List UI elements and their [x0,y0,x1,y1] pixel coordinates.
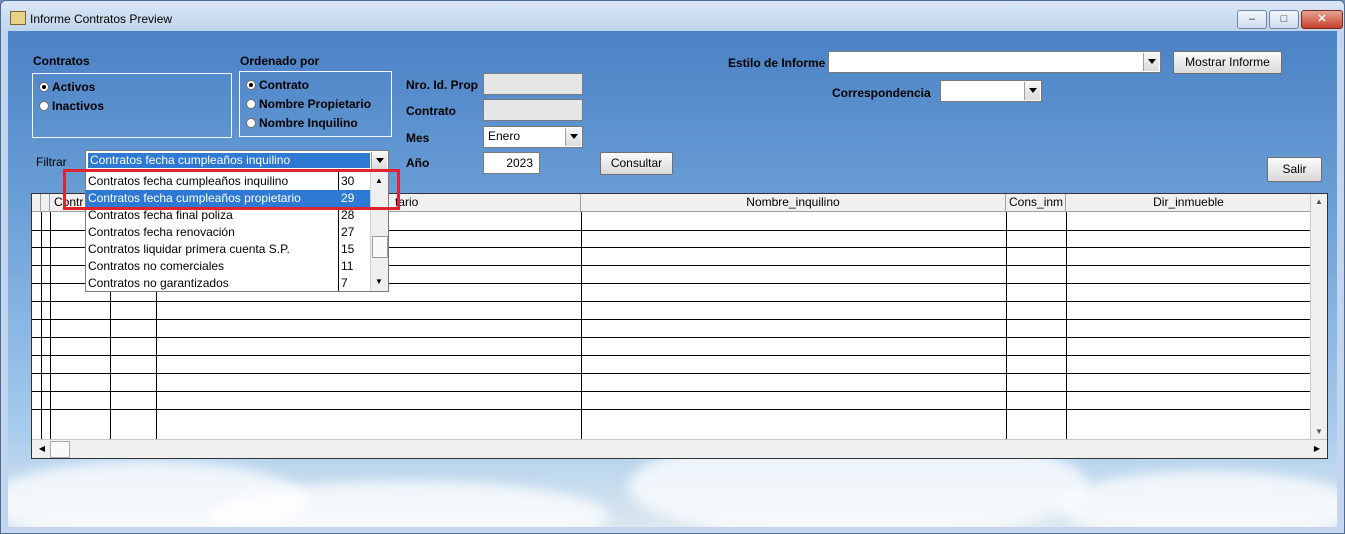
dropdown-item[interactable]: Contratos no garantizados 7 [86,275,372,292]
maximize-icon: □ [1280,13,1288,25]
dropdown-item[interactable]: Contratos liquidar primera cuenta S.P. 1… [86,241,372,258]
radio-indicator [246,99,256,109]
grid-row-line [32,373,1312,374]
radio-indicator [246,118,256,128]
dropdown-item-count: 15 [341,242,355,256]
contrato-label: Contrato [406,104,456,118]
dropdown-item-name: Contratos liquidar primera cuenta S.P. [88,242,290,256]
dropdown-item-count: 7 [341,276,348,290]
nro-id-prop-field[interactable] [483,73,583,95]
contratos-group: Activos Inactivos [32,73,232,138]
grid-horizontal-scrollbar[interactable]: ◀ ▶ [32,439,1327,458]
dropdown-item-name: Contratos no comerciales [88,259,225,273]
ordenado-group: Contrato Nombre Propietario Nombre Inqui… [239,71,392,137]
dropdown-item-name: Contratos fecha renovación [88,225,235,239]
consultar-button[interactable]: Consultar [600,152,673,175]
contrato-field[interactable] [483,99,583,121]
filtrar-value: Contratos fecha cumpleaños inquilino [88,153,370,168]
dropdown-item-count: 27 [341,225,355,239]
close-icon: ✕ [1317,13,1327,25]
scroll-up-icon[interactable]: ▲ [1312,195,1326,209]
grid-row-line [32,391,1312,392]
radio-label: Nombre Propietario [259,97,372,111]
radio-label: Activos [52,80,96,94]
chevron-down-icon[interactable] [1024,82,1040,100]
dropdown-item-name: Contratos no garantizados [88,276,229,290]
background-cloud [1058,471,1337,527]
correspondencia-select[interactable] [940,80,1042,102]
dropdown-item[interactable]: Contratos no comerciales 11 [86,258,372,275]
minimize-button[interactable]: ‒ [1237,10,1267,29]
chevron-down-icon[interactable] [1143,53,1159,71]
radio-indicator [39,101,49,111]
grid-row-line [32,355,1312,356]
radio-inactivos[interactable]: Inactivos [39,99,104,113]
scroll-left-icon[interactable]: ◀ [35,442,49,456]
ordenado-label: Ordenado por [240,54,320,68]
grid-row-line [32,409,1312,410]
radio-label: Contrato [259,78,309,92]
grid-row-line [32,337,1312,338]
column-header[interactable]: Nombre_inquilino [581,194,1006,212]
anio-field[interactable]: 2023 [483,152,540,174]
mes-value: Enero [488,129,521,143]
filtrar-label: Filtrar [36,155,67,169]
mes-select[interactable]: Enero [483,126,583,148]
radio-nombre-propietario[interactable]: Nombre Propietario [246,97,371,111]
mes-label: Mes [406,131,430,145]
dropdown-item-count: 11 [341,259,354,273]
column-header[interactable]: Cons_inm [1006,194,1066,212]
dropdown-item-name: Contratos fecha final poliza [88,208,233,222]
dropdown-item-count: 28 [341,208,355,222]
chevron-down-icon[interactable] [565,128,581,146]
scroll-thumb[interactable] [372,236,388,258]
estilo-informe-select[interactable] [828,51,1161,73]
estilo-informe-label: Estilo de Informe [728,56,826,70]
radio-activos[interactable]: Activos [39,80,95,94]
anio-value: 2023 [506,156,533,170]
anio-label: Año [406,156,430,170]
title-bar[interactable]: Informe Contratos Preview ‒ □ ✕ [1,1,1344,31]
radio-nombre-inquilino[interactable]: Nombre Inquilino [246,116,358,130]
row-selector-header [32,194,41,212]
form-client-area: Contratos Activos Inactivos Ordenado por… [8,31,1337,527]
app-icon [10,11,26,25]
dropdown-item[interactable]: Contratos fecha renovación 27 [86,224,372,241]
salir-button[interactable]: Salir [1267,157,1322,182]
scroll-right-icon[interactable]: ▶ [1310,442,1324,456]
grid-row-line [32,301,1312,302]
row-selector-header [41,194,50,212]
grid-row-line [32,319,1312,320]
highlight-annotation [63,169,400,210]
maximize-button[interactable]: □ [1269,10,1299,29]
radio-label: Inactivos [52,99,105,113]
window-title: Informe Contratos Preview [30,12,173,26]
close-button[interactable]: ✕ [1301,10,1343,29]
radio-label: Nombre Inquilino [259,116,358,130]
filtrar-select[interactable]: Contratos fecha cumpleaños inquilino [85,150,389,171]
radio-indicator [246,80,256,90]
mostrar-informe-button[interactable]: Mostrar Informe [1173,51,1282,74]
app-window: Informe Contratos Preview ‒ □ ✕ Contrato… [0,0,1345,534]
scroll-down-icon[interactable]: ▼ [1312,425,1326,439]
nro-id-prop-label: Nro. Id. Prop [406,78,478,92]
radio-indicator [39,82,49,92]
minimize-icon: ‒ [1248,13,1256,25]
grid-vertical-scrollbar[interactable]: ▲ ▼ [1310,194,1327,440]
scroll-thumb[interactable] [50,441,70,458]
correspondencia-label: Correspondencia [832,86,931,100]
radio-contrato[interactable]: Contrato [246,78,309,92]
chevron-down-icon[interactable] [371,152,387,169]
contratos-label: Contratos [33,54,90,68]
scroll-down-icon[interactable]: ▼ [372,275,386,289]
column-header[interactable]: Dir_inmueble [1066,194,1312,212]
